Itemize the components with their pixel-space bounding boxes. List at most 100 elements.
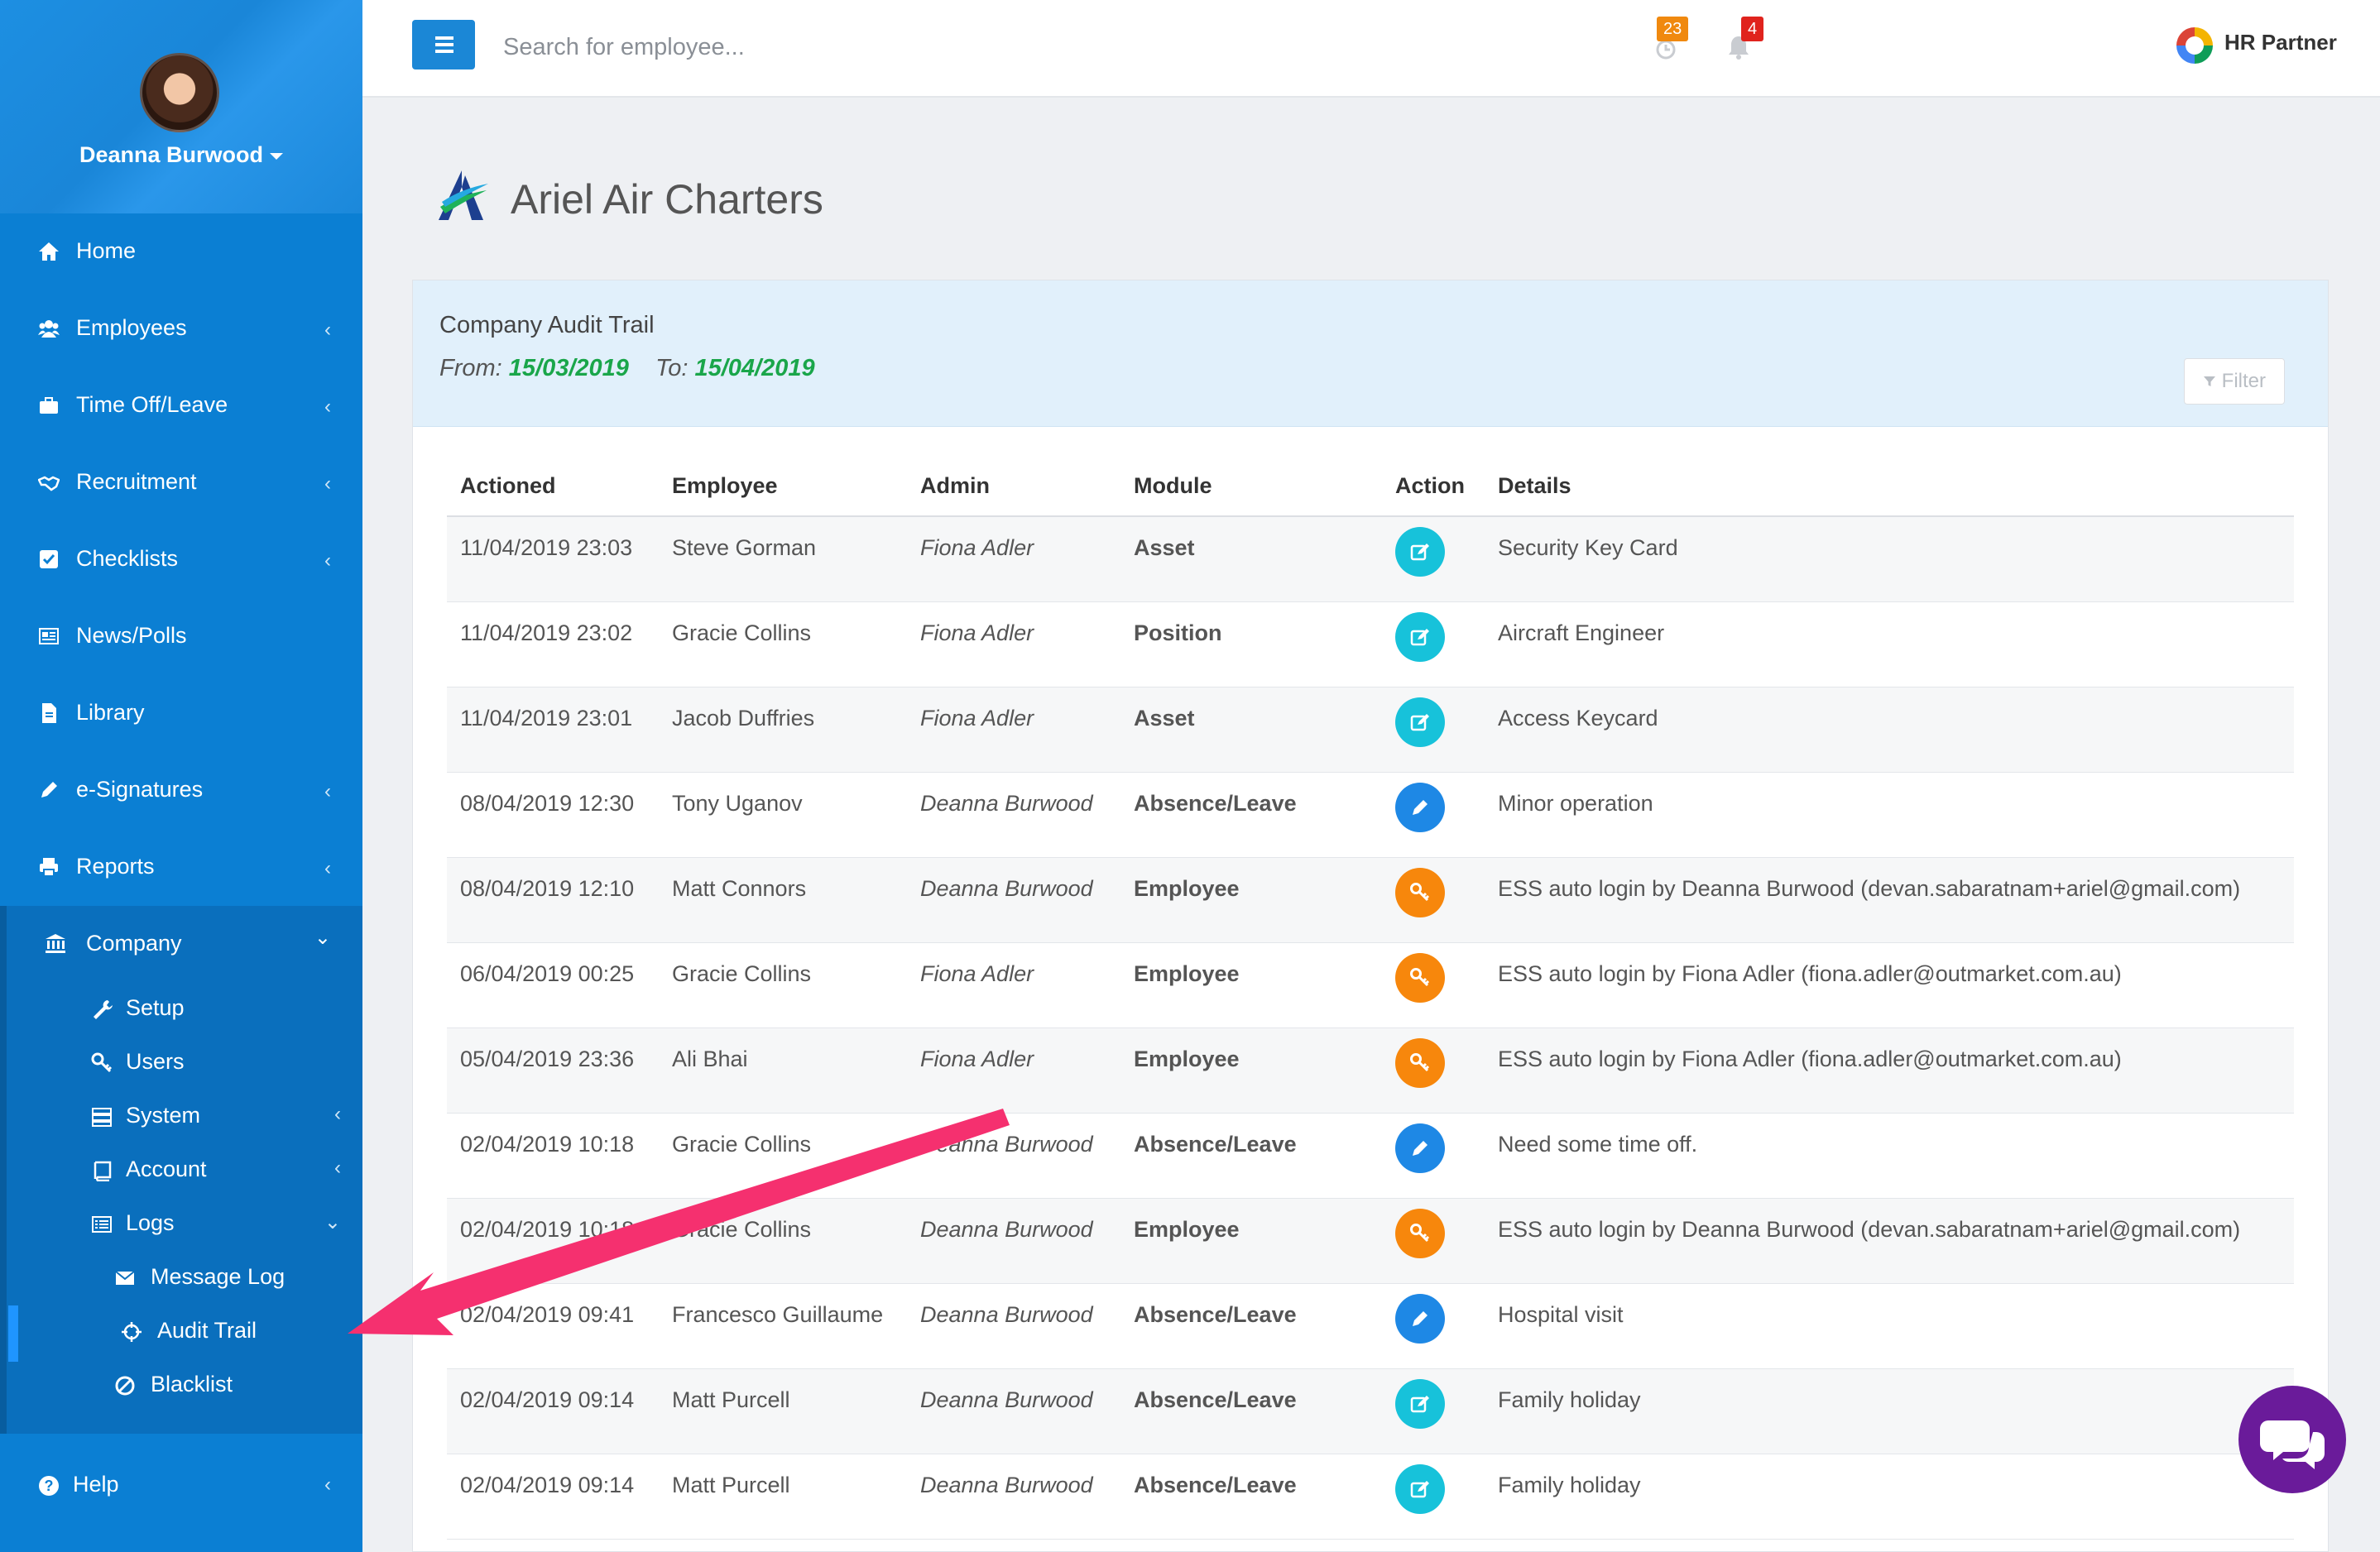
sidebar-item-employees[interactable]: Employees ‹ (0, 290, 362, 367)
edit-icon (1410, 1395, 1429, 1412)
employee-link[interactable]: Gracie Collins (659, 601, 907, 687)
sidebar-item-label: Help (73, 1472, 119, 1497)
action-cell (1382, 942, 1485, 1028)
sidebar-subitem-account[interactable]: Account ‹ (91, 1157, 354, 1190)
sidebar-item-label: e-Signatures (76, 777, 204, 802)
table-row[interactable]: 11/04/2019 23:02 Gracie Collins Fiona Adle… (447, 601, 2294, 687)
menu-toggle-button[interactable] (412, 20, 475, 69)
sidebar-subitem-audit-trail[interactable]: Audit Trail (121, 1318, 353, 1351)
employee-link[interactable]: Francesco Guillaume (659, 1283, 907, 1369)
filter-button[interactable]: Filter (2184, 358, 2285, 405)
employee-link[interactable]: Gracie Collins (659, 1113, 907, 1199)
actioned-cell: 02/04/2019 09:14 (447, 1368, 659, 1454)
checkbox-icon (40, 550, 58, 568)
table-row[interactable]: 02/04/2019 09:41 Francesco Guillaume Deann… (447, 1283, 2294, 1369)
employee-link[interactable]: Matt Connors (659, 857, 907, 943)
company-logo (439, 170, 488, 220)
sidebar-item-home[interactable]: Home (0, 213, 362, 290)
action-badge[interactable] (1395, 1293, 1445, 1344)
table-row[interactable]: 11/04/2019 23:01 Jacob Duffries Fiona Adle… (447, 687, 2294, 773)
table-row[interactable]: 02/04/2019 09:14 Matt Purcell Deanna Burwo… (447, 1454, 2294, 1540)
action-cell (1382, 1027, 1485, 1114)
actioned-cell: 02/04/2019 09:41 (447, 1283, 659, 1369)
action-badge[interactable] (1395, 527, 1445, 577)
wrench-icon (94, 1000, 113, 1019)
action-badge[interactable] (1395, 1123, 1445, 1173)
handshake-icon (37, 476, 60, 491)
card-header: Company Audit Trail From: 15/03/2019 To:… (413, 280, 2328, 427)
chevron-icon: ‹ (334, 1157, 341, 1179)
employee-link[interactable]: Gracie Collins (659, 942, 907, 1028)
action-cell (1382, 772, 1485, 858)
sidebar-subitem-logs[interactable]: Logs ⌄ (91, 1210, 354, 1243)
sidebar-item-label: Reports (76, 854, 155, 879)
bank-icon (46, 934, 65, 953)
table-row[interactable]: 02/04/2019 09:14 Matt Purcell Deanna Burwo… (447, 1368, 2294, 1454)
employee-link[interactable]: Jacob Duffries (659, 687, 907, 773)
profile-panel: Deanna Burwood (0, 0, 362, 213)
sidebar-item-news-polls[interactable]: News/Polls (0, 598, 362, 675)
sidebar-item-label: Users (126, 1049, 185, 1074)
table-row[interactable]: 02/04/2019 10:18 Gracie Collins Deanna Bur… (447, 1113, 2294, 1199)
sidebar-item-company[interactable]: Company ⌄ (0, 906, 362, 983)
chevron-left-icon: ‹ (324, 857, 331, 879)
action-badge[interactable] (1395, 952, 1445, 1003)
profile-menu[interactable]: Deanna Burwood (0, 142, 362, 168)
column-header: Action (1382, 456, 1485, 517)
details-cell: Security Key Card (1485, 516, 2294, 602)
filter-icon (2203, 376, 2215, 386)
action-cell (1382, 1454, 1485, 1540)
sidebar-subitem-system[interactable]: System ‹ (91, 1103, 354, 1136)
action-cell (1382, 1283, 1485, 1369)
module-cell: Absence/Leave (1120, 772, 1382, 858)
employee-link[interactable]: Matt Purcell (659, 1368, 907, 1454)
table-row[interactable]: 06/04/2019 00:25 Gracie Collins Fiona Adle… (447, 942, 2294, 1028)
actioned-cell: 05/04/2019 23:36 (447, 1027, 659, 1114)
action-badge[interactable] (1395, 1463, 1445, 1514)
newspaper-icon (39, 628, 59, 644)
sidebar-item-label: Message Log (151, 1264, 286, 1289)
table-row[interactable]: 08/04/2019 12:30 Tony Uganov Deanna Burwoo… (447, 772, 2294, 858)
employee-link[interactable]: Gracie Collins (659, 1198, 907, 1284)
sidebar-item-recruitment[interactable]: Recruitment ‹ (0, 444, 362, 521)
action-badge[interactable] (1395, 1037, 1445, 1088)
sidebar-subitem-users[interactable]: Users (91, 1049, 354, 1082)
search-input[interactable] (501, 28, 1250, 66)
employee-link[interactable]: Tony Uganov (659, 772, 907, 858)
table-row[interactable]: 08/04/2019 12:10 Matt Connors Deanna Burwo… (447, 857, 2294, 943)
action-badge[interactable] (1395, 1208, 1445, 1258)
sidebar-item-e-signatures[interactable]: e-Signatures ‹ (0, 752, 362, 829)
chat-button[interactable] (2238, 1386, 2346, 1493)
module-cell: Asset (1120, 516, 1382, 602)
notifications-badge: 4 (1741, 17, 1764, 41)
module-cell: Employee (1120, 1198, 1382, 1284)
table-row[interactable]: 05/04/2019 23:36 Ali Bhai Fiona Adler Emplo… (447, 1027, 2294, 1114)
actioned-cell: 08/04/2019 12:30 (447, 772, 659, 858)
filter-label: Filter (2221, 370, 2266, 392)
table-row[interactable]: 02/04/2019 10:18 Gracie Collins Deanna Bur… (447, 1198, 2294, 1284)
sidebar-item-checklists[interactable]: Checklists ‹ (0, 521, 362, 598)
sidebar-item-label: Company (86, 931, 182, 956)
sidebar-item-label: Logs (126, 1210, 175, 1235)
sidebar-item-time-off-leave[interactable]: Time Off/Leave ‹ (0, 367, 362, 444)
employee-link[interactable]: Ali Bhai (659, 1027, 907, 1114)
action-badge[interactable] (1395, 697, 1445, 747)
chevron-left-icon: ‹ (324, 549, 331, 572)
action-badge[interactable] (1395, 611, 1445, 662)
sidebar-item-label: Employees (76, 315, 187, 340)
action-badge[interactable] (1395, 782, 1445, 832)
action-badge[interactable] (1395, 867, 1445, 917)
table-row[interactable]: 11/04/2019 23:03 Steve Gorman Fiona Adler A… (447, 516, 2294, 602)
sidebar-subitem-message-log[interactable]: Message Log (114, 1264, 346, 1297)
sidebar-subitem-setup[interactable]: Setup (91, 995, 354, 1028)
employee-link[interactable]: Matt Purcell (659, 1454, 907, 1540)
sidebar-subitem-blacklist[interactable]: Blacklist (114, 1372, 346, 1405)
avatar[interactable] (140, 53, 219, 132)
hamburger-icon (435, 36, 453, 40)
employee-link[interactable]: Steve Gorman (659, 516, 907, 602)
sidebar-item-reports[interactable]: Reports ‹ (0, 829, 362, 906)
sidebar-item-library[interactable]: Library (0, 675, 362, 752)
details-cell: Hospital visit (1485, 1283, 2294, 1369)
action-badge[interactable] (1395, 1378, 1445, 1429)
sidebar-item-help[interactable]: ? Help ‹ (0, 1468, 362, 1510)
